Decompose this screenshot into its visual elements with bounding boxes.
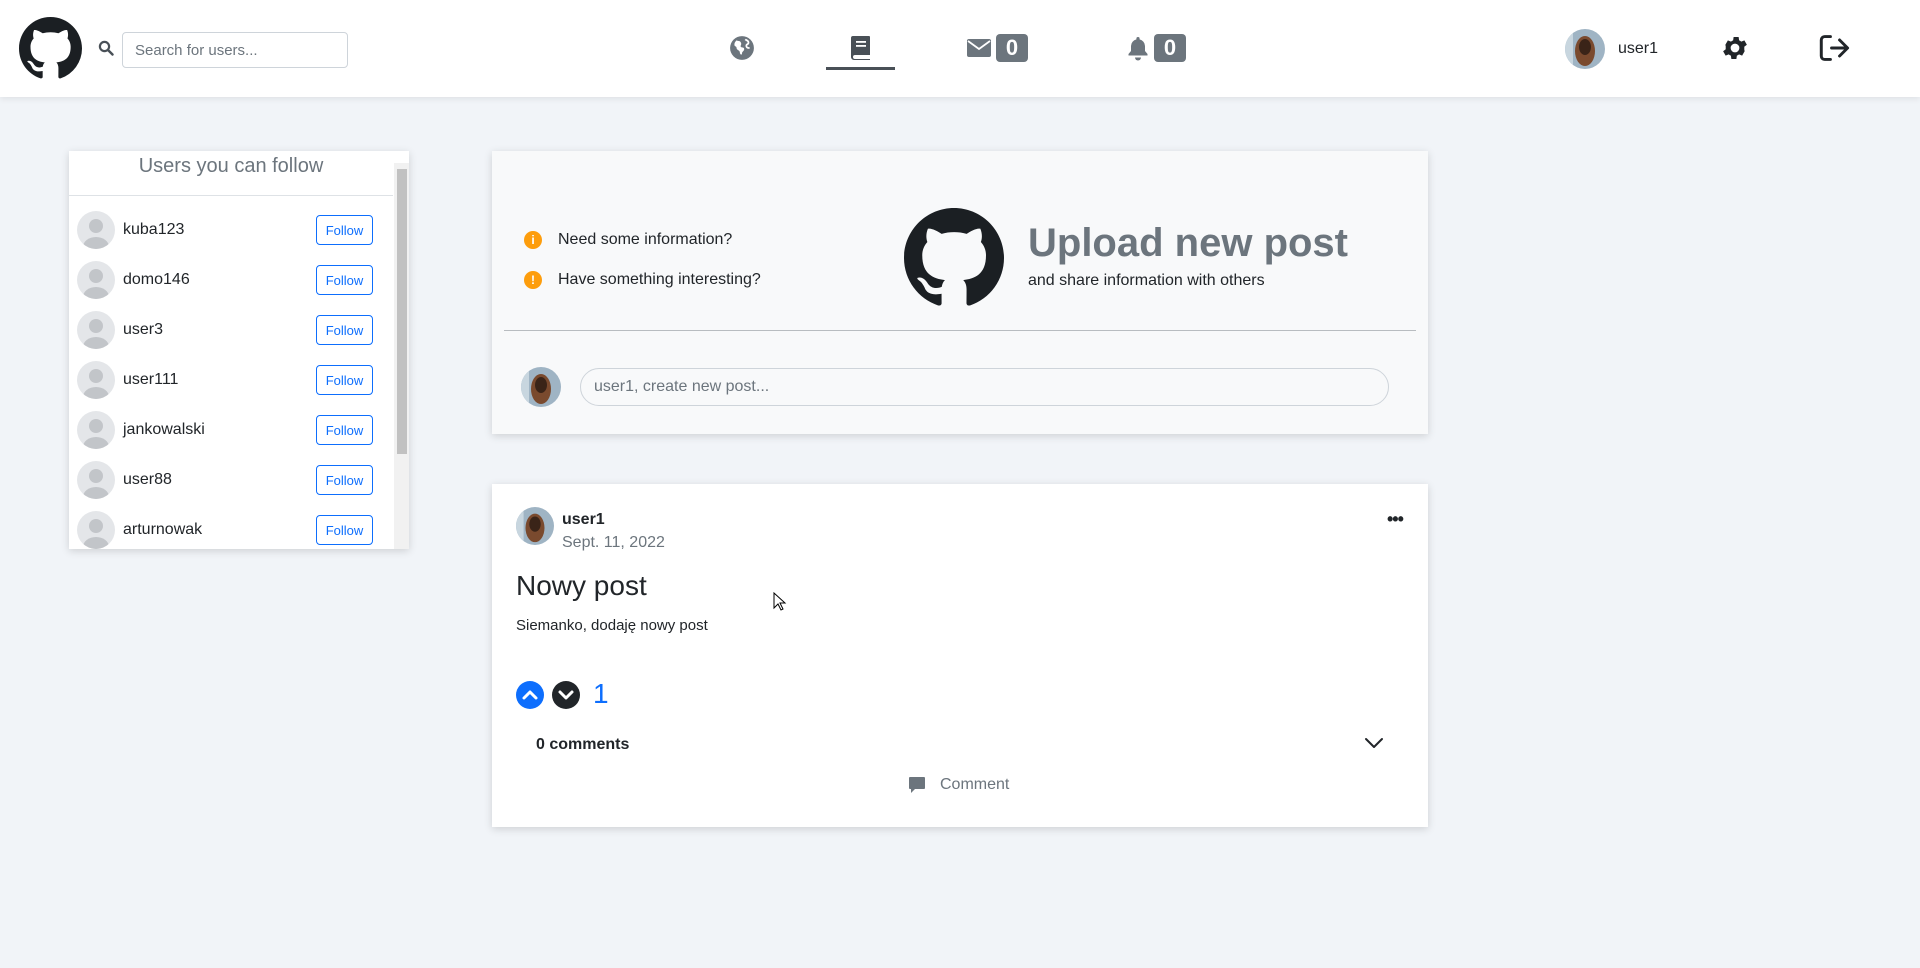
follow-list-scrollbar[interactable]: [394, 163, 409, 549]
user-name[interactable]: kuba123: [123, 221, 184, 239]
book-icon: [850, 36, 870, 60]
follow-button[interactable]: Follow: [316, 315, 373, 345]
info-icon: i: [524, 231, 542, 249]
search-icon: [98, 40, 114, 56]
logout-icon[interactable]: [1819, 33, 1851, 63]
bell-icon: [1128, 37, 1148, 61]
search-input[interactable]: [122, 32, 348, 68]
settings-gear-icon[interactable]: [1720, 33, 1750, 63]
follow-button[interactable]: Follow: [316, 265, 373, 295]
top-navbar: 0 0 user1: [0, 0, 1920, 97]
vote-count: 1: [593, 678, 609, 709]
avatar: [77, 211, 115, 249]
avatar: [77, 461, 115, 499]
users-to-follow-list: kuba123 Follow domo146 Follow user3 Foll…: [69, 211, 393, 549]
avatar: [77, 311, 115, 349]
avatar[interactable]: [516, 507, 554, 545]
envelope-icon: [967, 39, 991, 57]
avatar: [77, 411, 115, 449]
notifications-count-badge: 0: [1154, 34, 1186, 62]
follow-button[interactable]: Follow: [316, 365, 373, 395]
post-date: Sept. 11, 2022: [562, 534, 665, 551]
user-name[interactable]: user3: [123, 321, 163, 339]
list-item: user3 Follow: [69, 311, 393, 361]
list-item: kuba123 Follow: [69, 211, 393, 261]
comment-icon: [909, 777, 925, 793]
users-to-follow-panel: Users you can follow kuba123 Follow domo…: [69, 151, 409, 549]
new-post-input[interactable]: [580, 368, 1389, 406]
mouse-cursor-icon: [773, 592, 787, 611]
comment-button[interactable]: Comment: [908, 776, 1009, 794]
info-line-need-information: i Need some information?: [524, 231, 732, 249]
users-to-follow-title: Users you can follow: [69, 151, 393, 196]
downvote-button[interactable]: [552, 681, 580, 709]
follow-button[interactable]: Follow: [316, 215, 373, 245]
user-name[interactable]: user88: [123, 471, 172, 489]
list-item: user88 Follow: [69, 461, 393, 511]
upload-title: Upload new post: [1028, 221, 1348, 265]
more-options-icon[interactable]: •••: [1387, 509, 1404, 530]
current-username[interactable]: user1: [1618, 40, 1658, 58]
upload-post-card: i Need some information? ! Have somethin…: [492, 151, 1428, 434]
avatar: [77, 361, 115, 399]
nav-explore[interactable]: [729, 30, 755, 66]
messages-count-badge: 0: [996, 34, 1028, 62]
follow-button[interactable]: Follow: [316, 415, 373, 445]
avatar: [77, 511, 115, 549]
user-avatar[interactable]: [1565, 29, 1605, 69]
info-text: Need some information?: [558, 231, 733, 248]
list-item: jankowalski Follow: [69, 411, 393, 461]
comment-label: Comment: [940, 776, 1010, 793]
globe-icon: [730, 36, 754, 60]
chevron-up-icon: [522, 690, 538, 700]
follow-button[interactable]: Follow: [316, 465, 373, 495]
nav-messages[interactable]: 0: [966, 30, 1028, 66]
active-tab-indicator: [826, 67, 895, 70]
user-name[interactable]: arturnowak: [123, 521, 202, 539]
scrollbar-thumb[interactable]: [397, 169, 407, 454]
nav-feed[interactable]: [826, 30, 895, 66]
chevron-down-icon[interactable]: [1364, 736, 1384, 750]
github-logo-icon[interactable]: [19, 17, 82, 80]
comments-count[interactable]: 0 comments: [536, 736, 629, 754]
user-name[interactable]: jankowalski: [123, 421, 205, 439]
follow-button[interactable]: Follow: [316, 515, 373, 545]
post-author[interactable]: user1: [562, 511, 605, 529]
nav-notifications[interactable]: 0: [1126, 30, 1186, 66]
chevron-down-icon: [558, 690, 574, 700]
list-item: user111 Follow: [69, 361, 393, 411]
exclamation-icon: !: [524, 271, 542, 289]
post-title: Nowy post: [516, 570, 647, 601]
avatar: [77, 261, 115, 299]
info-text: Have something interesting?: [558, 271, 761, 288]
user-name[interactable]: user111: [123, 371, 178, 389]
avatar: [521, 367, 561, 407]
user-name[interactable]: domo146: [123, 271, 190, 289]
github-logo-icon: [904, 208, 1004, 306]
list-item: domo146 Follow: [69, 261, 393, 311]
post-body: Siemanko, dodaję nowy post: [516, 617, 708, 634]
post-card: user1 Sept. 11, 2022 ••• Nowy post Siema…: [492, 484, 1428, 827]
upload-subtitle: and share information with others: [1028, 272, 1265, 289]
list-item: arturnowak Follow: [69, 511, 393, 549]
divider: [504, 330, 1416, 331]
info-line-something-interesting: ! Have something interesting?: [524, 271, 761, 289]
upvote-button[interactable]: [516, 681, 544, 709]
